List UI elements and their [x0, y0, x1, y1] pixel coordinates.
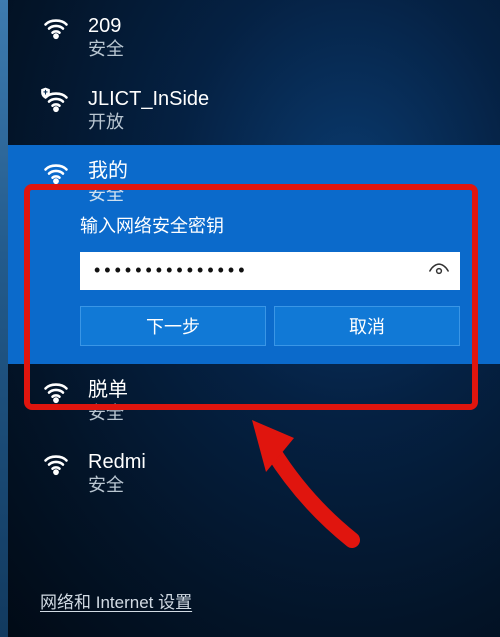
network-item-jlict[interactable]: JLICT_InSide 开放: [0, 73, 500, 146]
wifi-icon: [42, 380, 70, 404]
network-header-active[interactable]: 我的 安全: [0, 151, 500, 212]
next-button[interactable]: 下一步: [80, 306, 266, 346]
window-left-edge: [0, 0, 8, 637]
network-item-209[interactable]: 209 安全: [0, 0, 500, 73]
network-ssid: JLICT_InSide: [88, 87, 209, 111]
wifi-flyout: 209 安全 JLICT_InSide 开放: [0, 0, 500, 637]
network-ssid: 我的: [88, 159, 128, 183]
network-status: 安全: [88, 39, 124, 61]
network-settings-link[interactable]: 网络和 Internet 设置: [40, 588, 192, 613]
network-item-tuodan[interactable]: 脱单 安全: [0, 364, 500, 437]
network-status: 安全: [88, 184, 128, 206]
network-ssid: 脱单: [88, 378, 128, 402]
network-text: 我的 安全: [88, 159, 128, 206]
network-text: 209 安全: [88, 14, 124, 61]
password-input[interactable]: [80, 252, 460, 290]
wifi-icon: [42, 161, 70, 185]
network-status: 安全: [88, 403, 128, 425]
button-row: 下一步 取消: [0, 306, 500, 346]
network-text: JLICT_InSide 开放: [88, 87, 209, 134]
network-text: Redmi 安全: [88, 450, 146, 497]
network-ssid: Redmi: [88, 450, 146, 474]
network-item-active: 我的 安全 输入网络安全密钥 下一步 取消: [0, 145, 500, 364]
cancel-button[interactable]: 取消: [274, 306, 460, 346]
password-row: [0, 252, 500, 290]
network-status: 安全: [88, 475, 146, 497]
wifi-shield-icon: [42, 89, 70, 113]
wifi-icon: [42, 452, 70, 476]
network-status: 开放: [88, 112, 209, 134]
password-prompt: 输入网络安全密钥: [0, 212, 500, 238]
shield-icon: [39, 86, 52, 100]
wifi-icon: [42, 16, 70, 40]
network-ssid: 209: [88, 14, 124, 38]
reveal-password-icon[interactable]: [422, 252, 456, 290]
network-text: 脱单 安全: [88, 378, 128, 425]
network-item-redmi[interactable]: Redmi 安全: [0, 436, 500, 509]
